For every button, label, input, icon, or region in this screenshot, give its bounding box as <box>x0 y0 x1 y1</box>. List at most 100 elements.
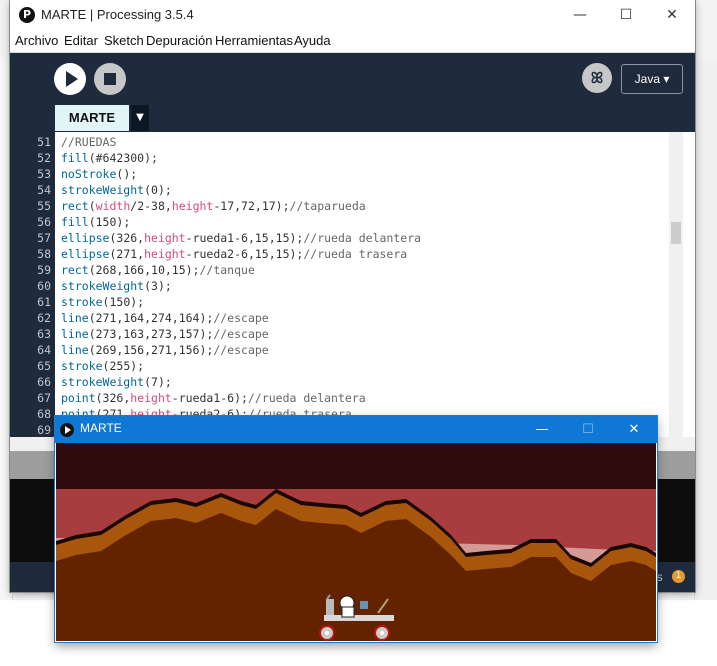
code-comment: //taparueda <box>289 199 366 213</box>
code-comment: //escape <box>213 311 269 325</box>
background-window-right <box>694 60 717 600</box>
code-line[interactable]: 64 line(269,156,271,156);//escape <box>10 342 670 358</box>
line-number: 61 <box>37 295 51 309</box>
line-number: 64 <box>37 343 51 357</box>
line-number: 54 <box>37 183 51 197</box>
code-line[interactable]: 51 //RUEDAS <box>10 134 670 150</box>
sketch-maximize-button[interactable]: ☐ <box>565 416 611 443</box>
menu-archivo[interactable]: Archivo <box>15 33 58 48</box>
menu-editar[interactable]: Editar <box>64 33 98 48</box>
code-keyword: strokeWeight <box>61 279 145 293</box>
code-text: stroke(255); <box>61 358 144 374</box>
code-line[interactable]: 66 strokeWeight(7); <box>10 374 670 390</box>
code-line[interactable]: 67 point(326,height-rueda1-6);//rueda del… <box>10 390 670 406</box>
menu-herramientas[interactable]: Herramientas <box>215 33 293 48</box>
code-editor[interactable]: 51//RUEDAS 52 fill(#642300); 53 noStroke(); 5… <box>10 132 695 437</box>
line-number: 62 <box>37 311 51 325</box>
code-comment: //rueda trasera <box>303 247 408 261</box>
scrollbar-thumb[interactable] <box>671 222 681 244</box>
code-line[interactable]: 56 fill(150); <box>10 214 670 230</box>
code-line[interactable]: 62 line(271,164,274,164);//escape <box>10 310 670 326</box>
code-token: (150); <box>102 295 145 309</box>
code-keyword: strokeWeight <box>61 375 145 389</box>
processing-run-icon <box>60 423 74 437</box>
code-token: (271,164,274,164); <box>88 311 214 325</box>
play-icon[interactable] <box>54 63 86 95</box>
code-line[interactable]: 53 noStroke(); <box>10 166 670 182</box>
errors-count-badge: 1 <box>672 570 685 583</box>
code-line[interactable]: 65 stroke(255); <box>10 358 670 374</box>
sketch-close-button[interactable]: ✕ <box>611 416 657 443</box>
code-text: strokeWeight(7); <box>61 374 172 390</box>
line-number: 51 <box>37 135 51 149</box>
menu-ayuda[interactable]: Ayuda <box>294 33 331 48</box>
code-keyword: ellipse <box>61 231 110 245</box>
code-text: ellipse(326,height-rueda1-6,15,15);//rue… <box>61 230 421 246</box>
code-token: (255); <box>102 359 145 373</box>
code-line[interactable]: 55 rect(width/2-38,height-17,72,17);//tap… <box>10 198 670 214</box>
code-text: //RUEDAS <box>61 134 116 150</box>
menu-depuracion[interactable]: Depuración <box>146 33 213 48</box>
code-token: (273,163,273,157); <box>88 327 214 341</box>
line-number: 65 <box>37 359 51 373</box>
code-variable: height <box>130 391 172 405</box>
code-line[interactable]: 61 stroke(150); <box>10 294 670 310</box>
title-bar: P MARTE | Processing 3.5.4 — ☐ ✕ <box>10 0 695 30</box>
code-line[interactable]: 52 fill(#642300); <box>10 150 670 166</box>
code-token: ( <box>88 199 96 213</box>
code-keyword: stroke <box>61 359 103 373</box>
code-variable: height <box>171 199 214 213</box>
butterfly-debug-icon[interactable]: ꕤ <box>582 63 612 93</box>
menu-sketch[interactable]: Sketch <box>104 33 144 48</box>
code-line[interactable]: 58 ellipse(271,height-rueda2-6,15,15);//r… <box>10 246 670 262</box>
code-token: -rueda2-6,15,15); <box>185 247 304 261</box>
code-token: (0); <box>144 183 172 197</box>
vertical-scrollbar[interactable] <box>669 132 683 437</box>
sky <box>56 443 656 489</box>
code-token: (3); <box>144 279 172 293</box>
processing-icon: P <box>19 7 35 23</box>
code-token: (150); <box>88 215 131 229</box>
mode-selector[interactable]: Java ▾ <box>621 64 683 94</box>
sketch-minimize-button[interactable]: — <box>519 416 565 443</box>
code-keyword: ellipse <box>61 247 110 261</box>
code-comment: //tanque <box>199 263 255 277</box>
code-text: point(326,height-rueda1-6);//rueda delan… <box>61 390 366 406</box>
sketch-title: MARTE <box>80 421 122 435</box>
sketch-canvas[interactable] <box>56 443 656 641</box>
code-token: (7); <box>144 375 172 389</box>
toolbar: ꕤ Java ▾ <box>10 53 695 105</box>
line-number: 67 <box>37 391 51 405</box>
line-number: 63 <box>37 327 51 341</box>
code-variable: width <box>95 199 131 213</box>
code-line[interactable]: 63 line(273,163,273,157);//escape <box>10 326 670 342</box>
code-text: noStroke(); <box>61 166 137 182</box>
code-token: /2-38, <box>130 199 172 213</box>
code-line[interactable]: 57 ellipse(326,height-rueda1-6,15,15);//r… <box>10 230 670 246</box>
code-token: -17,72,17); <box>213 199 290 213</box>
code-comment: //rueda delantera <box>303 231 422 245</box>
code-comment: //escape <box>213 343 269 357</box>
code-line[interactable]: 60 strokeWeight(3); <box>10 278 670 294</box>
code-token: (326, <box>95 391 131 405</box>
code-line[interactable]: 54 strokeWeight(0); <box>10 182 670 198</box>
code-comment: //RUEDAS <box>61 135 117 149</box>
code-text: rect(268,166,10,15);//tanque <box>61 262 255 278</box>
maximize-button[interactable]: ☐ <box>603 0 649 30</box>
minimize-button[interactable]: — <box>557 0 603 30</box>
tab-menu-arrow-icon[interactable]: ▼ <box>131 105 149 131</box>
stop-icon[interactable] <box>94 63 126 95</box>
tab-marte[interactable]: MARTE <box>55 105 129 131</box>
code-token: (269,156,271,156); <box>88 343 214 357</box>
code-text: line(273,163,273,157);//escape <box>61 326 269 342</box>
line-number: 57 <box>37 231 51 245</box>
code-text: ellipse(271,height-rueda2-6,15,15);//rue… <box>61 246 407 262</box>
code-text: line(271,164,274,164);//escape <box>61 310 269 326</box>
code-token: (326, <box>109 231 145 245</box>
close-button[interactable]: ✕ <box>649 0 695 30</box>
line-number: 60 <box>37 279 51 293</box>
code-text: strokeWeight(3); <box>61 278 172 294</box>
code-comment: //escape <box>213 327 269 341</box>
code-text: line(269,156,271,156);//escape <box>61 342 269 358</box>
code-line[interactable]: 59 rect(268,166,10,15);//tanque <box>10 262 670 278</box>
